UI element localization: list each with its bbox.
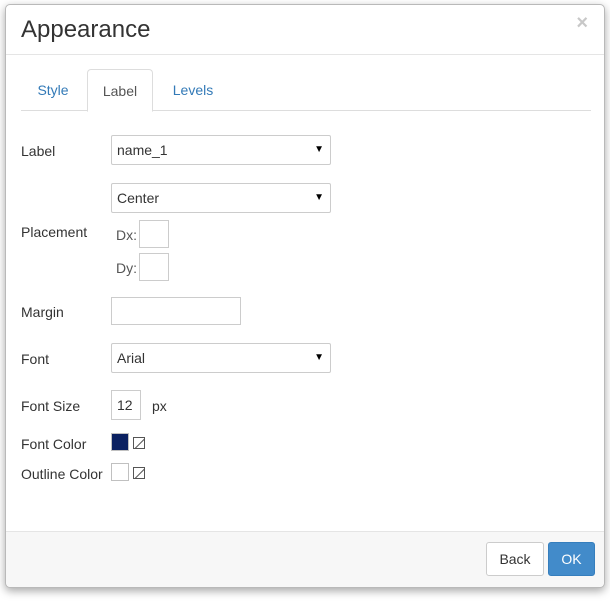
no-color-icon[interactable] (133, 467, 145, 479)
tab-bar: Style Label Levels (21, 69, 591, 112)
font-color-swatch[interactable] (111, 433, 129, 451)
label-select-value: name_1 (117, 142, 168, 158)
placement-select[interactable]: Center ▼ (111, 183, 331, 213)
back-button[interactable]: Back (486, 542, 544, 576)
font-select[interactable]: Arial ▼ (111, 343, 331, 373)
font-select-value: Arial (117, 350, 146, 366)
margin-input[interactable] (111, 297, 241, 325)
tab-levels[interactable]: Levels (159, 69, 227, 111)
outline-color-swatch[interactable] (111, 463, 129, 481)
dy-label: Dy: (116, 260, 137, 276)
dx-input[interactable] (139, 220, 169, 248)
margin-field-label: Margin (21, 304, 64, 320)
dialog-footer: Back OK (6, 531, 604, 587)
appearance-dialog: Appearance × Style Label Levels Label na… (5, 4, 605, 588)
font-field-label: Font (21, 351, 50, 367)
font-color-field-label: Font Color (21, 436, 87, 452)
placement-select-value: Center (117, 190, 160, 206)
tab-style[interactable]: Style (21, 69, 85, 111)
placement-field-label: Placement (21, 224, 88, 240)
dialog-header: Appearance × (6, 5, 604, 55)
chevron-down-icon: ▼ (314, 192, 324, 203)
no-color-icon[interactable] (133, 437, 145, 449)
font-size-unit: px (152, 398, 167, 414)
close-icon[interactable]: × (576, 13, 588, 33)
font-size-field-label: Font Size (21, 398, 81, 414)
label-field-label: Label (21, 143, 56, 159)
chevron-down-icon: ▼ (314, 144, 324, 155)
dialog-title: Appearance (21, 16, 151, 43)
label-select[interactable]: name_1 ▼ (111, 135, 331, 165)
font-size-input[interactable]: 12 (111, 390, 141, 420)
dy-input[interactable] (139, 253, 169, 281)
ok-button[interactable]: OK (548, 542, 595, 576)
chevron-down-icon: ▼ (314, 352, 324, 363)
dx-label: Dx: (116, 227, 137, 243)
outline-color-field-label: Outline Color (21, 466, 103, 482)
tab-label[interactable]: Label (87, 69, 153, 112)
